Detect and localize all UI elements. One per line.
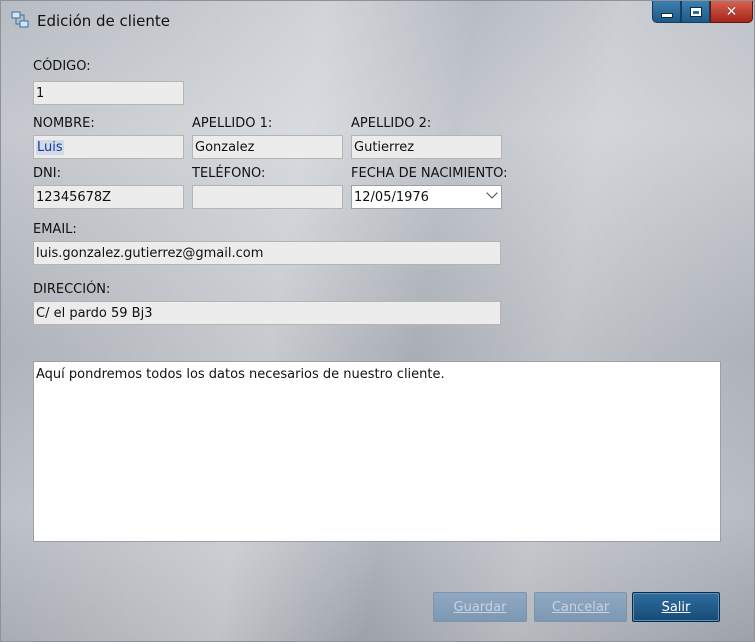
dni-label: DNI: (33, 166, 61, 181)
apellido2-label: APELLIDO 2: (351, 116, 432, 131)
notes-textarea[interactable]: Aquí pondremos todos los datos necesario… (33, 361, 721, 542)
nombre-value: Luis (36, 140, 64, 155)
apellido2-input[interactable]: Gutierrez (351, 135, 502, 159)
notes-text: Aquí pondremos todos los datos necesario… (36, 367, 445, 382)
apellido1-value: Gonzalez (195, 140, 255, 155)
codigo-label: CÓDIGO: (33, 59, 91, 74)
exit-button[interactable]: Salir (632, 592, 720, 622)
nombre-label: NOMBRE: (33, 116, 95, 131)
direccion-value: C/ el pardo 59 Bj3 (36, 306, 153, 321)
fecha-date-picker[interactable]: 12/05/1976 (351, 185, 502, 209)
close-button[interactable]: ✕ (710, 1, 753, 23)
close-icon: ✕ (725, 3, 738, 20)
maximize-button[interactable] (681, 1, 710, 23)
email-input[interactable]: luis.gonzalez.gutierrez@gmail.com (33, 241, 501, 265)
dni-value: 12345678Z (36, 190, 112, 205)
telefono-input[interactable] (192, 185, 343, 209)
codigo-value: 1 (36, 86, 45, 101)
window-title: Edición de cliente (37, 12, 170, 30)
maximize-icon (689, 6, 702, 17)
minimize-icon (660, 13, 673, 18)
exit-button-label: Salir (661, 599, 691, 615)
save-button-label: Guardar (453, 599, 507, 615)
apellido1-label: APELLIDO 1: (192, 116, 273, 131)
codigo-input[interactable]: 1 (33, 81, 184, 105)
title-bar[interactable]: Edición de cliente ✕ (1, 1, 754, 39)
nombre-input[interactable]: Luis (33, 135, 184, 159)
direccion-input[interactable]: C/ el pardo 59 Bj3 (33, 301, 501, 325)
minimize-button[interactable] (652, 1, 681, 23)
network-icon (11, 11, 29, 28)
email-label: EMAIL: (33, 222, 77, 237)
cancel-button[interactable]: Cancelar (534, 592, 627, 622)
cancel-button-label: Cancelar (551, 599, 610, 615)
telefono-label: TELÉFONO: (192, 166, 266, 181)
save-button[interactable]: Guardar (433, 592, 527, 622)
dni-input[interactable]: 12345678Z (33, 185, 184, 209)
apellido2-value: Gutierrez (354, 140, 415, 155)
direccion-label: DIRECCIÓN: (33, 282, 111, 297)
apellido1-input[interactable]: Gonzalez (192, 135, 343, 159)
client-edit-window: Edición de cliente ✕ CÓDIGO: 1 NOMBRE: L… (0, 0, 755, 642)
chevron-down-icon[interactable] (486, 187, 498, 199)
fecha-value: 12/05/1976 (354, 190, 429, 205)
fecha-label: FECHA DE NACIMIENTO: (351, 166, 508, 181)
email-value: luis.gonzalez.gutierrez@gmail.com (36, 246, 264, 261)
